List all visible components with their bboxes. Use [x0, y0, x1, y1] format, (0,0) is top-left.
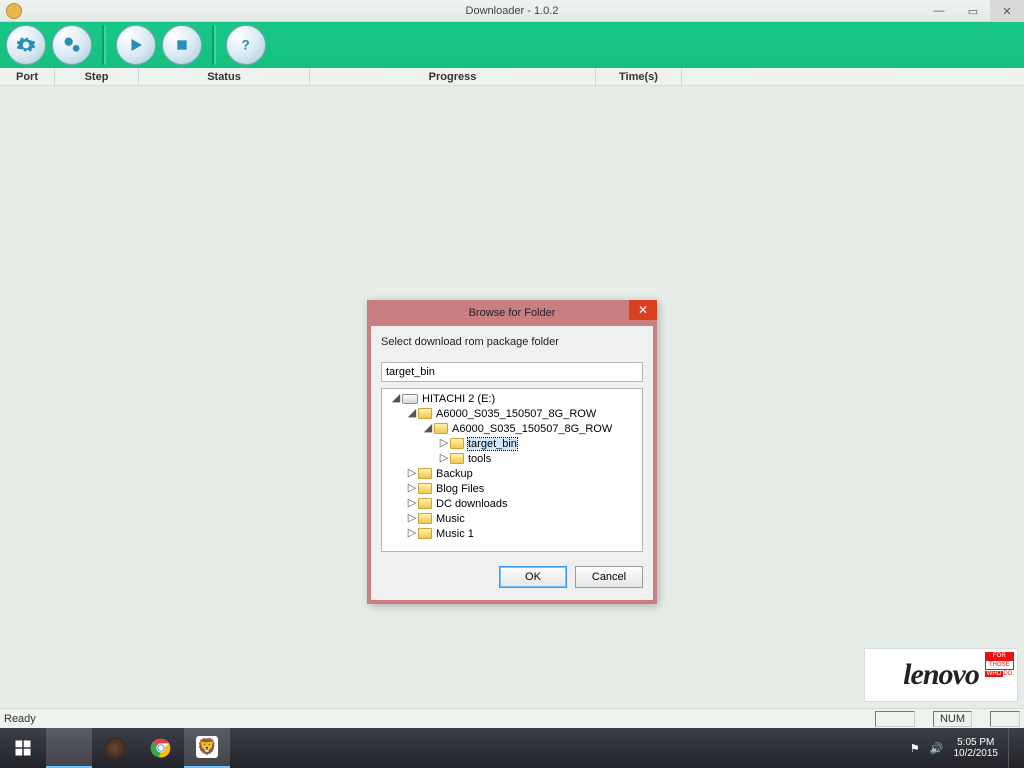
toolbar-separator	[212, 25, 216, 65]
col-progress[interactable]: Progress	[310, 68, 596, 85]
status-cell-empty2	[990, 711, 1020, 727]
stop-button[interactable]	[162, 25, 202, 65]
work-area: Browse for Folder ✕ Select download rom …	[0, 86, 1024, 708]
gear-icon	[16, 35, 36, 55]
tree-node-drive[interactable]: ◢HITACHI 2 (E:)	[382, 391, 642, 406]
taskbar-downloader[interactable]: 🦁	[184, 728, 230, 768]
folder-tree[interactable]: ◢HITACHI 2 (E:) ◢A6000_S035_150507_8G_RO…	[381, 388, 643, 552]
lion-icon: 🦁	[197, 737, 217, 757]
ok-button[interactable]: OK	[499, 566, 567, 588]
tray-clock[interactable]: 5:05 PM 10/2/2015	[954, 737, 999, 759]
lenovo-for: FOR	[985, 652, 1014, 660]
play-icon	[127, 36, 145, 54]
tray-volume-icon[interactable]: 🔊	[930, 742, 944, 755]
chrome-icon	[150, 737, 172, 759]
col-empty	[682, 68, 1024, 85]
tray-time: 5:05 PM	[954, 737, 999, 748]
taskbar: 🦁 ⚑ 🔊 5:05 PM 10/2/2015	[0, 728, 1024, 768]
window-minimize-button[interactable]: —	[922, 0, 956, 22]
browse-folder-dialog: Browse for Folder ✕ Select download rom …	[367, 300, 657, 604]
folder-name-input[interactable]	[381, 362, 643, 382]
tree-node-music1[interactable]: ▷Music 1	[382, 526, 642, 541]
folder-icon	[57, 738, 81, 756]
col-step[interactable]: Step	[55, 68, 139, 85]
cancel-button[interactable]: Cancel	[575, 566, 643, 588]
start-button-taskbar[interactable]	[0, 728, 46, 768]
dialog-prompt: Select download rom package folder	[381, 336, 643, 348]
col-port[interactable]: Port	[0, 68, 55, 85]
tree-node-music[interactable]: ▷Music	[382, 511, 642, 526]
dialog-titlebar[interactable]: Browse for Folder ✕	[367, 300, 657, 326]
start-button[interactable]	[116, 25, 156, 65]
lenovo-brand-text: lenovo	[903, 658, 979, 692]
swirl-icon	[104, 737, 126, 759]
help-icon: ?	[237, 36, 255, 54]
taskbar-app2[interactable]	[92, 728, 138, 768]
toolbar: ?	[0, 22, 1024, 68]
system-tray: ⚑ 🔊 5:05 PM 10/2/2015	[910, 728, 1024, 768]
tree-node-backup[interactable]: ▷Backup	[382, 466, 642, 481]
tree-node-blogfiles[interactable]: ▷Blog Files	[382, 481, 642, 496]
settings-multi-button[interactable]	[52, 25, 92, 65]
lenovo-logo: lenovo FOR THOSE WHODO.	[864, 648, 1018, 702]
status-ready: Ready	[4, 713, 36, 725]
app-icon	[6, 3, 22, 19]
stop-icon	[174, 37, 190, 53]
svg-text:?: ?	[242, 38, 250, 53]
window-titlebar: Downloader - 1.0.2 — ▭ ✕	[0, 0, 1024, 22]
tree-node-target-bin[interactable]: ▷target_bin	[382, 436, 642, 451]
status-num: NUM	[933, 711, 972, 727]
lenovo-those: THOSE	[985, 660, 1014, 670]
col-time[interactable]: Time(s)	[596, 68, 682, 85]
status-bar: Ready NUM	[0, 708, 1024, 728]
lenovo-do: DO.	[1003, 671, 1014, 677]
gears-icon	[62, 35, 82, 55]
status-cell-empty	[875, 711, 915, 727]
taskbar-explorer[interactable]	[46, 728, 92, 768]
lenovo-who: WHO	[985, 671, 1004, 677]
tree-node-tools[interactable]: ▷tools	[382, 451, 642, 466]
tray-date: 10/2/2015	[954, 748, 999, 759]
tree-node-pkg-outer[interactable]: ◢A6000_S035_150507_8G_ROW	[382, 406, 642, 421]
help-button[interactable]: ?	[226, 25, 266, 65]
show-desktop-button[interactable]	[1008, 728, 1014, 768]
dialog-title: Browse for Folder	[469, 307, 556, 319]
taskbar-chrome[interactable]	[138, 728, 184, 768]
tree-node-dcdownloads[interactable]: ▷DC downloads	[382, 496, 642, 511]
col-status[interactable]: Status	[139, 68, 310, 85]
window-title: Downloader - 1.0.2	[466, 5, 559, 17]
tray-action-center-icon[interactable]: ⚑	[910, 742, 920, 755]
window-maximize-button[interactable]: ▭	[956, 0, 990, 22]
dialog-close-button[interactable]: ✕	[629, 300, 657, 320]
tree-node-pkg-inner[interactable]: ◢A6000_S035_150507_8G_ROW	[382, 421, 642, 436]
toolbar-separator	[102, 25, 106, 65]
settings-button[interactable]	[6, 25, 46, 65]
window-close-button[interactable]: ✕	[990, 0, 1024, 22]
column-header-row: Port Step Status Progress Time(s)	[0, 68, 1024, 86]
windows-icon	[14, 739, 32, 757]
